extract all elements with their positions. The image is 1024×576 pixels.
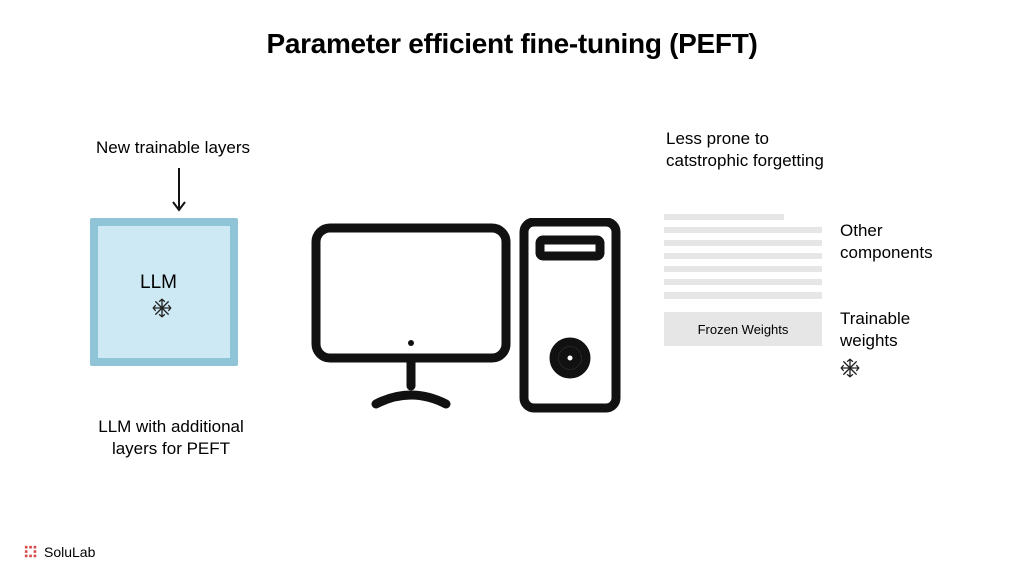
component-stack: [664, 214, 822, 306]
brand-mark-icon: [24, 545, 38, 559]
llm-caption: LLM with additionallayers for PEFT: [86, 416, 256, 460]
stack-line: [664, 253, 822, 259]
brand: SoluLab: [24, 544, 95, 560]
other-components-text: Othercomponents: [840, 221, 933, 262]
stack-line: [664, 266, 822, 272]
snowflake-icon: [152, 298, 172, 318]
snowflake-icon: [840, 358, 860, 378]
trainable-weights-label: Trainableweights: [840, 308, 910, 352]
arrow-down-icon: [170, 166, 188, 216]
new-trainable-layers-label: New trainable layers: [96, 138, 250, 158]
trainable-weights-text: Trainableweights: [840, 309, 910, 350]
other-components-label: Othercomponents: [840, 220, 933, 264]
stack-line: [664, 240, 822, 246]
page-title: Parameter efficient fine-tuning (PEFT): [0, 28, 1024, 60]
brand-name: SoluLab: [44, 544, 95, 560]
frozen-weights-label: Frozen Weights: [698, 322, 789, 337]
computer-icon: [306, 218, 626, 418]
stack-line: [664, 214, 784, 220]
stack-line: [664, 292, 822, 299]
less-prone-label: Less prone to catstrophic forgetting: [666, 128, 824, 172]
llm-label: LLM: [140, 272, 177, 294]
stack-line: [664, 227, 822, 233]
stack-line: [664, 279, 822, 285]
frozen-weights-box: Frozen Weights: [664, 312, 822, 346]
